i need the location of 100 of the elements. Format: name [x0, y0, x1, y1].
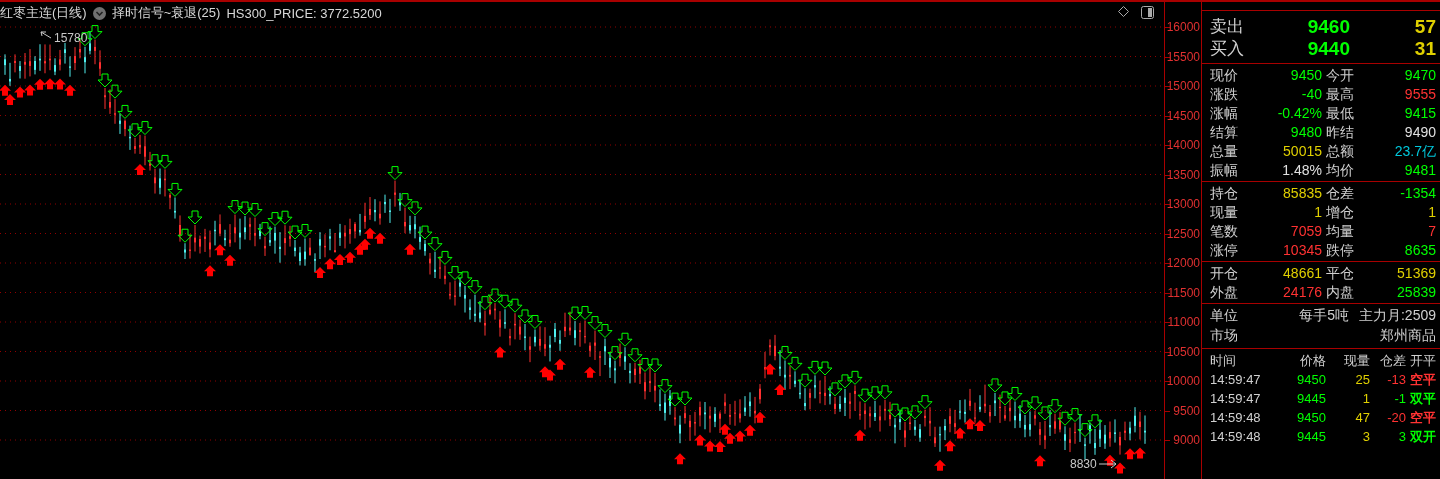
quote-size: 57 — [1413, 15, 1436, 38]
stat-value: 50015 — [1282, 142, 1322, 160]
stat-value: 9470 — [1403, 66, 1436, 84]
axis-label: 11000 — [1167, 315, 1200, 329]
stat-label: 涨幅 — [1210, 104, 1239, 122]
quote-label: 卖出 — [1210, 16, 1245, 38]
trade-type: 双开 — [1409, 428, 1436, 445]
trade-type: 双平 — [1409, 390, 1436, 407]
stat-value: 48661 — [1282, 264, 1322, 282]
quote-price: 9440 — [1306, 37, 1350, 60]
info-label: 单位 — [1210, 307, 1238, 325]
stat-label: 外盘 — [1210, 283, 1239, 301]
column-header: 价格 — [1299, 352, 1326, 369]
axis-label: 14500 — [1166, 108, 1200, 123]
trade-volume: 47 — [1354, 409, 1370, 426]
stat-value: 9490 — [1403, 123, 1436, 141]
info-value: 主力月:2509 — [1358, 307, 1436, 325]
trade-price: 9450 — [1296, 409, 1326, 426]
trade-change: -20 — [1386, 409, 1406, 426]
axis-label: 10500 — [1166, 344, 1200, 359]
stat-value: 9481 — [1403, 161, 1436, 179]
axis-label: 13000 — [1166, 197, 1200, 211]
stat-value: -40 — [1300, 85, 1322, 103]
stat-label: 现量 — [1210, 203, 1239, 221]
stat-label: 振幅 — [1210, 161, 1239, 179]
stat-label: 均量 — [1325, 222, 1355, 240]
stat-value: 7 — [1427, 222, 1436, 240]
trade-volume: 25 — [1354, 371, 1370, 388]
stat-label: 现价 — [1210, 66, 1239, 84]
stat-label: 最高 — [1325, 85, 1355, 103]
info-label: 市场 — [1210, 327, 1238, 345]
trade-volume: 1 — [1361, 390, 1370, 407]
stat-label: 涨停 — [1210, 241, 1239, 259]
axis-label: 10000 — [1166, 374, 1200, 388]
column-header: 仓差 — [1379, 352, 1406, 369]
stat-value: 23.7亿 — [1393, 142, 1436, 160]
diamond-icon[interactable] — [1118, 6, 1129, 17]
trade-price: 9445 — [1296, 390, 1326, 407]
axis-label: 11500 — [1167, 285, 1200, 300]
stat-label: 涨跌 — [1210, 85, 1239, 103]
stat-label: 笔数 — [1210, 222, 1239, 240]
stat-value: 85835 — [1282, 184, 1322, 202]
stat-label: 开仓 — [1210, 264, 1239, 282]
stat-value: 51369 — [1396, 264, 1436, 282]
axis-label: 12500 — [1166, 226, 1200, 241]
column-header: 时间 — [1210, 352, 1237, 369]
pointer-arrow — [40, 31, 52, 39]
axis-label: 16000 — [1166, 20, 1200, 34]
stat-value: 9555 — [1403, 85, 1436, 103]
chart-title: 红枣主连(日线) — [0, 4, 87, 22]
stat-label: 仓差 — [1325, 184, 1355, 202]
trade-time: 14:59:48 — [1210, 409, 1262, 426]
stat-label: 总额 — [1325, 142, 1355, 160]
stat-value: 10345 — [1282, 241, 1322, 259]
stat-value: 1 — [1427, 203, 1436, 221]
stat-label: 昨结 — [1325, 123, 1355, 141]
stat-value: 8635 — [1403, 241, 1436, 259]
stat-label: 内盘 — [1325, 283, 1355, 301]
trade-time: 14:59:47 — [1210, 390, 1262, 407]
stat-value: 7059 — [1289, 222, 1322, 240]
indicator-name: 择时信号~衰退(25) — [111, 4, 221, 22]
dropdown-icon[interactable] — [92, 6, 106, 20]
axis-label: 9000 — [1173, 433, 1200, 447]
axis-label: 9500 — [1173, 403, 1200, 418]
stat-value: 9480 — [1289, 123, 1322, 141]
trade-price: 9450 — [1296, 371, 1326, 388]
info-value: 每手5吨 — [1299, 307, 1349, 325]
stat-label: 均价 — [1325, 161, 1355, 179]
trade-price: 9445 — [1296, 428, 1326, 445]
axis-label: 13500 — [1166, 167, 1200, 182]
axis-label: 12000 — [1166, 256, 1200, 270]
panel-toggle-icon[interactable] — [1141, 6, 1154, 19]
info-value: 郑州商品 — [1380, 327, 1436, 345]
stat-label: 增仓 — [1325, 203, 1355, 221]
stat-label: 持仓 — [1210, 184, 1239, 202]
indicator-value: HS300_PRICE: 3772.5200 — [226, 5, 382, 21]
trade-change: 3 — [1397, 428, 1406, 445]
stat-value: -1354 — [1399, 184, 1436, 202]
quote-label: 买入 — [1210, 38, 1245, 60]
trade-change: -1 — [1393, 390, 1406, 407]
axis-label: 14000 — [1166, 138, 1200, 152]
axis-label: 15000 — [1166, 79, 1200, 93]
stat-label: 平仓 — [1325, 264, 1355, 282]
trade-type: 空平 — [1409, 409, 1436, 426]
stat-value: 24176 — [1282, 283, 1322, 301]
stat-value: -0.42% — [1276, 104, 1322, 122]
stat-value: 9450 — [1289, 66, 1322, 84]
column-header: 现量 — [1343, 352, 1370, 369]
stat-label: 结算 — [1210, 123, 1239, 141]
quote-size: 31 — [1413, 37, 1436, 60]
stat-label: 今开 — [1325, 66, 1355, 84]
trade-type: 空平 — [1409, 371, 1436, 388]
stat-value: 9415 — [1403, 104, 1436, 122]
quote-price: 9460 — [1306, 15, 1350, 38]
stat-value: 1 — [1313, 203, 1322, 221]
low-price-label: 8830 — [1070, 457, 1097, 471]
stat-label: 最低 — [1325, 104, 1355, 122]
axis-label: 15500 — [1166, 49, 1200, 64]
stat-value: 1.48% — [1281, 161, 1322, 179]
stat-value: 25839 — [1396, 283, 1436, 301]
